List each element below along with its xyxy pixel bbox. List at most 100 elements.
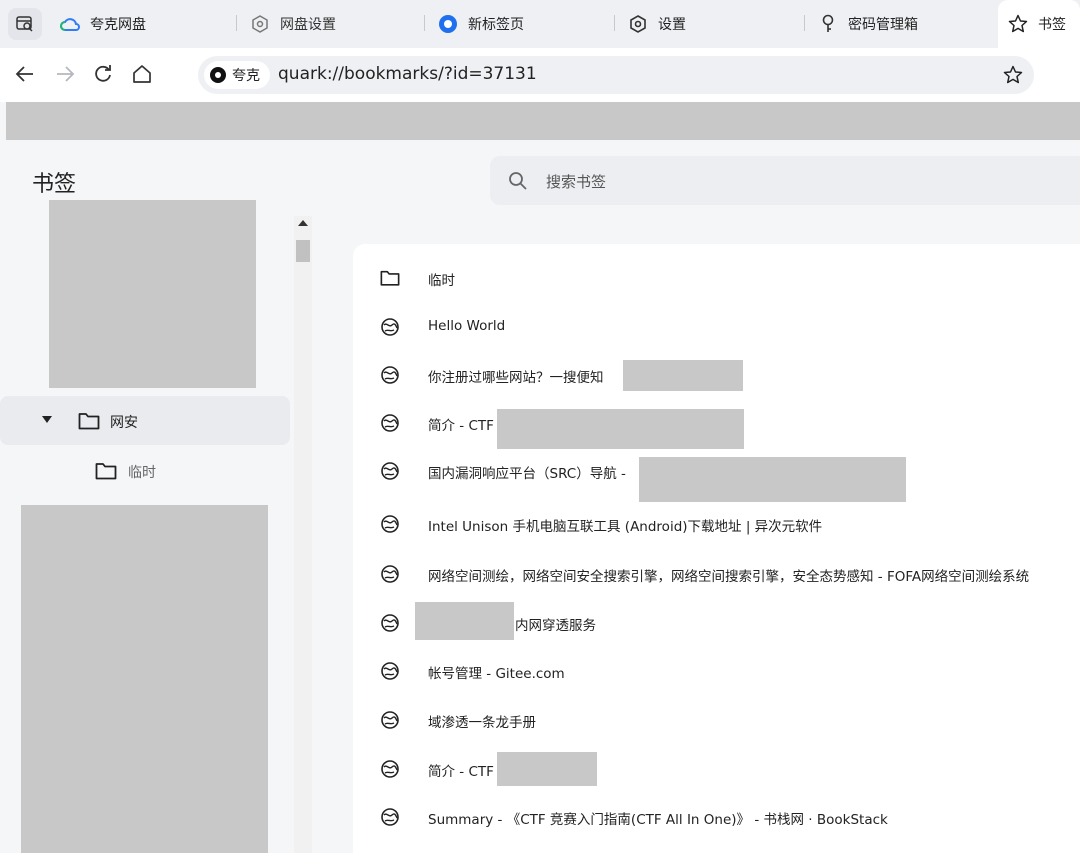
globe-link-icon (381, 565, 399, 583)
redacted-text (639, 457, 906, 502)
bookmark-row[interactable]: 简介 - CTF (353, 399, 1080, 449)
folder-icon (78, 413, 100, 430)
site-chip-label: 夸克 (232, 68, 260, 84)
globe-link-icon (381, 462, 399, 480)
bookmark-title: 域渗透一条龙手册 (428, 715, 536, 731)
tree-folder-label: 网安 (110, 415, 138, 431)
globe-link-icon (381, 515, 399, 533)
sidebar-scrollbar[interactable] (294, 216, 312, 853)
bookmarks-page: 书签 搜索书签 网安 临时 临时 Hello World 你注册过哪些网站？一搜… (0, 146, 1080, 853)
globe-link-icon (381, 414, 399, 432)
reload-icon (95, 65, 111, 82)
settings-icon (628, 14, 648, 34)
tab-password-manager[interactable]: 密码管理箱 (818, 6, 918, 42)
tree-folder-temp[interactable]: 临时 (0, 448, 290, 492)
globe-link-icon (381, 760, 399, 778)
globe-link-icon (381, 808, 399, 826)
cloud-drive-icon (60, 14, 80, 34)
tab-label: 夸克网盘 (90, 17, 146, 33)
tab-label: 书签 (1038, 17, 1066, 33)
bookmark-star-button[interactable] (1002, 64, 1024, 86)
page-title: 书签 (32, 172, 77, 197)
bookmark-row[interactable]: 内网穿透服务 (353, 599, 1080, 647)
tab-new-tab[interactable]: 新标签页 (438, 6, 524, 42)
tab-label: 网盘设置 (280, 17, 336, 33)
arrow-left-icon (15, 66, 33, 82)
home-button[interactable] (129, 61, 155, 87)
globe-link-icon (381, 662, 399, 680)
bookmark-title: Summary - 《CTF 竞赛入门指南(CTF All In One)》 -… (428, 812, 888, 828)
arrow-right-icon (57, 66, 75, 82)
star-icon (1003, 65, 1023, 84)
url-text[interactable]: quark://bookmarks/?id=37131 (278, 64, 537, 84)
bookmark-title: 内网穿透服务 (515, 618, 596, 634)
tab-label: 设置 (658, 17, 686, 33)
bookmark-list: 临时 Hello World 你注册过哪些网站？一搜便知 简介 - CTF 国内… (353, 244, 1080, 853)
bookmark-title: 帐号管理 - Gitee.com (428, 666, 565, 682)
redacted-text (497, 752, 597, 786)
bookmark-row[interactable]: 网络空间测绘，网络空间安全搜索引擎，网络空间搜索引擎，安全态势感知 - FOFA… (353, 550, 1080, 598)
folder-icon (380, 270, 400, 286)
quark-logo-icon (438, 14, 458, 34)
globe-link-icon (381, 614, 399, 632)
redacted-text (623, 360, 743, 391)
bookmark-title: Hello World (428, 318, 506, 334)
tab-label: 新标签页 (468, 17, 524, 33)
quark-logo-icon (210, 67, 226, 83)
sidebar-redacted-block (49, 200, 256, 388)
bookmark-row[interactable]: Hello World (353, 303, 1080, 351)
key-icon (818, 14, 838, 34)
bookmark-title: 网络空间测绘，网络空间安全搜索引擎，网络空间搜索引擎，安全态势感知 - FOFA… (428, 569, 1030, 585)
bookmark-row[interactable]: Summary - 《CTF 竞赛入门指南(CTF All In One)》 -… (353, 793, 1080, 841)
bookmark-title: 国内漏洞响应平台（SRC）导航 - (428, 466, 626, 482)
search-input[interactable]: 搜索书签 (490, 156, 1080, 205)
tab-divider (236, 15, 237, 31)
tab-divider (424, 15, 425, 31)
tab-quark-drive[interactable]: 夸克网盘 (60, 6, 146, 42)
tab-drive-settings[interactable]: 网盘设置 (250, 6, 336, 42)
tree-folder-label: 临时 (128, 465, 156, 481)
tab-overview-icon (16, 16, 33, 32)
scroll-thumb[interactable] (296, 240, 310, 262)
tab-strip: 夸克网盘 网盘设置 新标签页 设置 密码管理箱 书签 (0, 0, 1080, 48)
reload-button[interactable] (90, 61, 116, 87)
back-button[interactable] (12, 61, 38, 87)
tab-label: 密码管理箱 (848, 17, 918, 33)
bookmark-row-folder[interactable]: 临时 (353, 254, 1080, 302)
sidebar-redacted-block (21, 505, 268, 853)
tab-divider (804, 15, 805, 31)
settings-icon (250, 14, 270, 34)
address-bar[interactable]: 夸克 quark://bookmarks/?id=37131 (198, 56, 1034, 94)
globe-link-icon (381, 318, 399, 336)
bookmark-row[interactable]: Intel Unison 手机电脑互联工具 (Android)下载地址 | 异次… (353, 500, 1080, 548)
bookmark-row[interactable]: 帐号管理 - Gitee.com (353, 647, 1080, 695)
tab-settings[interactable]: 设置 (628, 6, 686, 42)
redacted-text (497, 409, 744, 449)
tree-folder-netsec[interactable]: 网安 (0, 396, 290, 445)
tab-divider (614, 15, 615, 31)
site-info-chip[interactable]: 夸克 (204, 61, 270, 89)
bookmark-row[interactable]: 国内漏洞响应平台（SRC）导航 - (353, 447, 1080, 502)
search-placeholder: 搜索书签 (546, 173, 607, 191)
bookmark-title: 简介 - CTF (428, 764, 494, 780)
navigation-toolbar: 夸克 quark://bookmarks/?id=37131 (0, 48, 1080, 102)
search-icon (509, 172, 527, 190)
bookmark-title: Intel Unison 手机电脑互联工具 (Android)下载地址 | 异次… (428, 519, 823, 535)
folder-icon (95, 463, 117, 480)
redacted-text (415, 602, 514, 640)
globe-link-icon (381, 366, 399, 384)
forward-button[interactable] (52, 61, 78, 87)
bookmark-title: 简介 - CTF (428, 418, 494, 434)
bookmark-title: 临时 (428, 273, 455, 289)
bookmark-bar-redacted (6, 102, 1080, 140)
scroll-up-arrow-icon[interactable] (298, 220, 308, 226)
bookmark-row[interactable]: 你注册过哪些网站？一搜便知 (353, 351, 1080, 399)
caret-down-icon (42, 416, 52, 423)
bookmark-row[interactable]: 域渗透一条龙手册 (353, 696, 1080, 744)
bookmark-title: 你注册过哪些网站？一搜便知 (428, 370, 604, 386)
tab-search-button[interactable] (8, 8, 42, 40)
tab-bookmarks[interactable]: 书签 (998, 0, 1080, 48)
home-icon (133, 65, 151, 83)
bookmark-row[interactable]: 简介 - CTF (353, 745, 1080, 793)
star-icon (1008, 14, 1028, 34)
